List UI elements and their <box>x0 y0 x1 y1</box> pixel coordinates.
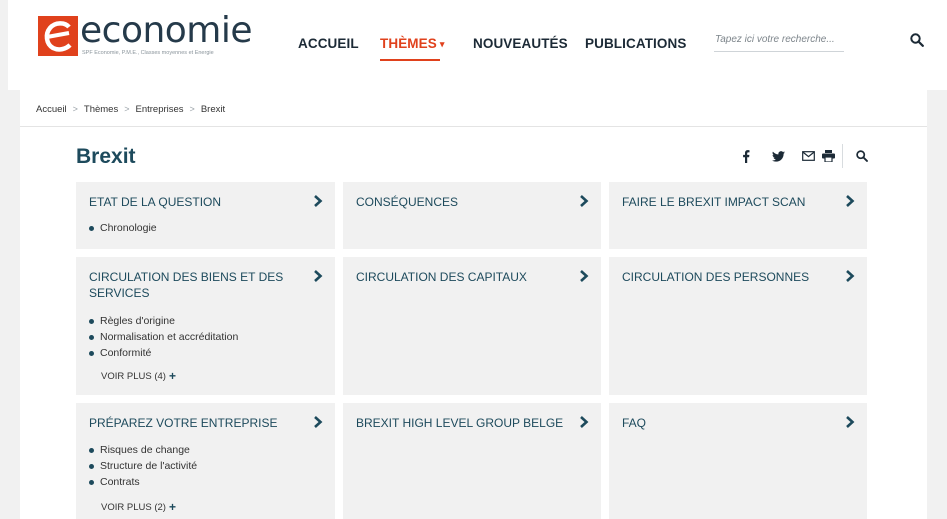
card-title[interactable]: BREXIT HIGH LEVEL GROUP BELGE <box>356 415 566 431</box>
card-title[interactable]: CIRCULATION DES PERSONNES <box>622 269 832 285</box>
breadcrumb-separator: > <box>124 104 130 114</box>
chevron-right-icon[interactable] <box>313 416 323 428</box>
card-links: Risques de change Structure de l'activit… <box>89 442 197 490</box>
card-title[interactable]: PRÉPAREZ VOTRE ENTREPRISE <box>89 415 299 431</box>
list-item[interactable]: Conformité <box>89 345 238 361</box>
breadcrumb-current: Brexit <box>200 104 226 115</box>
chevron-right-icon[interactable] <box>579 270 589 282</box>
list-item[interactable]: Contrats <box>89 474 197 490</box>
logo-subtitle: SPF Economie, P.M.E., Classes moyennes e… <box>82 50 214 56</box>
plus-icon: + <box>168 500 176 514</box>
nav-nouveautes[interactable]: NOUVEAUTÉS <box>473 36 568 51</box>
main-content: Brexit ETAT DE LA QUESTION Chronologie C… <box>20 127 927 519</box>
card-preparez-entreprise[interactable]: PRÉPAREZ VOTRE ENTREPRISE Risques de cha… <box>76 403 335 519</box>
card-circulation-capitaux[interactable]: CIRCULATION DES CAPITAUX <box>343 257 601 395</box>
tools-divider <box>842 144 843 168</box>
logo-e-mark-icon <box>38 16 78 56</box>
nav-themes-label: THÈMES <box>380 36 437 51</box>
breadcrumb-separator: > <box>72 104 78 114</box>
chevron-right-icon[interactable] <box>579 195 589 207</box>
nav-active-underline <box>380 59 440 61</box>
mail-icon[interactable] <box>800 148 816 164</box>
chevron-right-icon[interactable] <box>845 416 855 428</box>
voir-plus-button[interactable]: VOIR PLUS (2) + <box>101 500 176 514</box>
search-input[interactable] <box>714 30 844 52</box>
breadcrumb: Accueil > Thèmes > Entreprises > Brexit <box>36 104 225 115</box>
card-impact-scan[interactable]: FAIRE LE BREXIT IMPACT SCAN <box>609 182 867 249</box>
chevron-right-icon[interactable] <box>313 270 323 282</box>
nav-accueil[interactable]: ACCUEIL <box>298 36 359 51</box>
nav-publications[interactable]: PUBLICATIONS <box>585 36 686 51</box>
list-item[interactable]: Normalisation et accréditation <box>89 329 238 345</box>
plus-icon: + <box>168 369 176 383</box>
card-links: Chronologie <box>89 220 157 236</box>
breadcrumb-themes[interactable]: Thèmes <box>84 104 118 115</box>
card-high-level-group[interactable]: BREXIT HIGH LEVEL GROUP BELGE <box>343 403 601 519</box>
nav-themes[interactable]: THÈMES ▾ <box>380 36 444 51</box>
voir-plus-label: VOIR PLUS (4) <box>101 371 166 382</box>
card-etat-de-la-question[interactable]: ETAT DE LA QUESTION Chronologie <box>76 182 335 249</box>
card-title[interactable]: CIRCULATION DES BIENS ET DES SERVICES <box>89 269 299 301</box>
card-title[interactable]: FAIRE LE BREXIT IMPACT SCAN <box>622 194 832 210</box>
search-icon[interactable] <box>854 148 870 164</box>
search-icon[interactable] <box>910 33 924 47</box>
site-header: economie SPF Economie, P.M.E., Classes m… <box>8 0 947 90</box>
card-consequences[interactable]: CONSÉQUENCES <box>343 182 601 249</box>
logo-text: economie <box>80 10 253 51</box>
chevron-down-icon: ▾ <box>439 39 445 49</box>
breadcrumb-separator: > <box>189 104 195 114</box>
card-circulation-personnes[interactable]: CIRCULATION DES PERSONNES <box>609 257 867 395</box>
chevron-right-icon[interactable] <box>845 195 855 207</box>
card-title[interactable]: CIRCULATION DES CAPITAUX <box>356 269 566 285</box>
list-item[interactable]: Chronologie <box>89 220 157 236</box>
site-logo[interactable]: economie SPF Economie, P.M.E., Classes m… <box>38 10 253 62</box>
breadcrumb-bar: Accueil > Thèmes > Entreprises > Brexit <box>20 90 927 127</box>
chevron-right-icon[interactable] <box>579 416 589 428</box>
breadcrumb-accueil[interactable]: Accueil <box>36 104 67 115</box>
card-faq[interactable]: FAQ <box>609 403 867 519</box>
print-icon[interactable] <box>820 148 836 164</box>
page-title: Brexit <box>76 145 136 168</box>
twitter-icon[interactable] <box>770 148 786 164</box>
list-item[interactable]: Règles d'origine <box>89 313 238 329</box>
chevron-right-icon[interactable] <box>313 195 323 207</box>
card-title[interactable]: ETAT DE LA QUESTION <box>89 194 299 210</box>
card-circulation-biens[interactable]: CIRCULATION DES BIENS ET DES SERVICES Rè… <box>76 257 335 395</box>
list-item[interactable]: Risques de change <box>89 442 197 458</box>
card-title[interactable]: FAQ <box>622 415 832 431</box>
list-item[interactable]: Structure de l'activité <box>89 458 197 474</box>
voir-plus-button[interactable]: VOIR PLUS (4) + <box>101 369 176 383</box>
voir-plus-label: VOIR PLUS (2) <box>101 502 166 513</box>
facebook-icon[interactable] <box>738 148 754 164</box>
chevron-right-icon[interactable] <box>845 270 855 282</box>
card-title[interactable]: CONSÉQUENCES <box>356 194 566 210</box>
breadcrumb-entreprises[interactable]: Entreprises <box>135 104 183 115</box>
card-links: Règles d'origine Normalisation et accréd… <box>89 313 238 361</box>
